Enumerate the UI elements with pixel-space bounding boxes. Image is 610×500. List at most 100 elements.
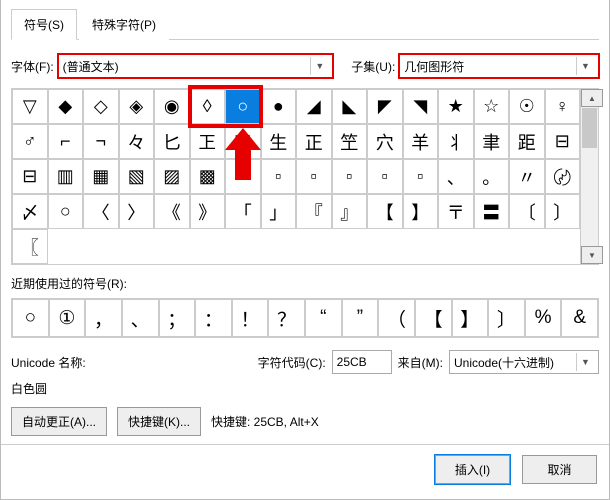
subset-combo[interactable]: 几何图形符 ▼ [399, 54, 599, 78]
grid-cell[interactable]: 〒 [438, 194, 474, 229]
grid-cell[interactable]: ☆ [474, 89, 510, 124]
grid-cell[interactable]: 】 [403, 194, 439, 229]
grid-cell[interactable]: 聿 [474, 124, 510, 159]
recent-cell[interactable]: ： [195, 299, 232, 337]
recent-cell[interactable]: ○ [12, 299, 49, 337]
scroll-thumb[interactable] [582, 108, 597, 148]
grid-cell[interactable]: 。 [474, 159, 510, 194]
tab-symbols[interactable]: 符号(S) [11, 9, 77, 40]
grid-cell[interactable]: 〕 [545, 194, 581, 229]
recent-cell[interactable]: ？ [268, 299, 305, 337]
grid-cell[interactable]: 々 [119, 124, 155, 159]
grid-cell[interactable]: ▫ [332, 159, 368, 194]
grid-cell[interactable]: 〉 [119, 194, 155, 229]
grid-cell[interactable]: ★ [438, 89, 474, 124]
char-code-label: 字符代码(C): [258, 354, 326, 371]
grid-cell[interactable]: ♂ [12, 124, 48, 159]
grid-cell[interactable]: 丬 [438, 124, 474, 159]
grid-cell[interactable]: ○ [48, 194, 84, 229]
grid-cell[interactable]: ◥ [403, 89, 439, 124]
grid-cell[interactable]: ▨ [154, 159, 190, 194]
grid-cell[interactable]: 』 [332, 194, 368, 229]
grid-cell[interactable]: 《 [154, 194, 190, 229]
grid-cell[interactable]: 『 [296, 194, 332, 229]
scroll-down-icon[interactable]: ▼ [581, 246, 603, 264]
grid-cell[interactable]: 〓 [474, 194, 510, 229]
grid-cell[interactable]: 笁 [332, 124, 368, 159]
recent-cell[interactable]: ” [342, 299, 379, 337]
grid-cell[interactable]: ▦ [83, 159, 119, 194]
grid-cell[interactable]: ⊟ [12, 159, 48, 194]
character-grid[interactable]: ▽◆◇◈◉◊○●◢◣◤◥★☆☉♀♂⌐¬々匕㠪凹生正笁穴羊丬聿距⊟⊟▥▦▧▨▩▫▫… [12, 89, 580, 264]
grid-cell[interactable]: 〃 [509, 159, 545, 194]
recent-grid[interactable]: ○①，、；：！？“”（【】〕%& [11, 298, 599, 338]
grid-cell[interactable]: 「 [225, 194, 261, 229]
grid-cell[interactable]: 㠪 [190, 124, 226, 159]
grid-cell[interactable]: ▧ [119, 159, 155, 194]
scroll-up-icon[interactable]: ▲ [581, 89, 603, 107]
grid-cell[interactable]: 〔 [509, 194, 545, 229]
autocorrect-button[interactable]: 自动更正(A)... [11, 407, 107, 436]
grid-cell[interactable]: ▫ [296, 159, 332, 194]
scroll-track[interactable] [581, 149, 598, 246]
grid-cell[interactable]: 生 [261, 124, 297, 159]
recent-cell[interactable]: “ [305, 299, 342, 337]
recent-cell[interactable]: ； [159, 299, 196, 337]
tab-special-chars[interactable]: 特殊字符(P) [79, 9, 169, 40]
grid-cell[interactable]: ◣ [332, 89, 368, 124]
grid-cell[interactable]: 距 [509, 124, 545, 159]
grid-cell[interactable]: 》 [190, 194, 226, 229]
recent-cell[interactable]: 、 [122, 299, 159, 337]
grid-cell[interactable]: ☉ [509, 89, 545, 124]
recent-cell[interactable]: 〕 [488, 299, 525, 337]
grid-cell[interactable]: 匕 [154, 124, 190, 159]
grid-cell[interactable]: 、 [438, 159, 474, 194]
grid-cell[interactable]: 〈 [83, 194, 119, 229]
grid-cell[interactable]: ◆ [48, 89, 84, 124]
grid-cell[interactable]: ▥ [48, 159, 84, 194]
grid-cell[interactable]: 凹 [225, 124, 261, 159]
grid-cell[interactable]: ▫ [367, 159, 403, 194]
grid-cell[interactable]: ⊟ [545, 124, 581, 159]
grid-cell[interactable]: 【 [367, 194, 403, 229]
scrollbar[interactable]: ▲ ▼ [580, 89, 598, 264]
grid-cell[interactable]: ◈ [119, 89, 155, 124]
grid-cell[interactable]: ▫ [225, 159, 261, 194]
shortcut-key-button[interactable]: 快捷键(K)... [117, 407, 201, 436]
grid-cell[interactable]: 〆 [12, 194, 48, 229]
grid-cell[interactable]: 正 [296, 124, 332, 159]
grid-cell[interactable]: ◊ [190, 89, 226, 124]
grid-cell[interactable]: ¬ [83, 124, 119, 159]
insert-button[interactable]: 插入(I) [435, 455, 510, 484]
grid-cell[interactable]: ▽ [12, 89, 48, 124]
recent-cell[interactable]: 】 [452, 299, 489, 337]
grid-cell[interactable]: ◤ [367, 89, 403, 124]
grid-cell[interactable]: ◢ [296, 89, 332, 124]
grid-cell[interactable]: 羊 [403, 124, 439, 159]
grid-cell[interactable]: ◉ [154, 89, 190, 124]
grid-cell[interactable]: 」 [261, 194, 297, 229]
recent-cell[interactable]: ！ [232, 299, 269, 337]
grid-cell[interactable]: ◇ [83, 89, 119, 124]
grid-cell[interactable]: ▫ [261, 159, 297, 194]
grid-cell[interactable]: ♀ [545, 89, 581, 124]
recent-cell[interactable]: ① [49, 299, 86, 337]
recent-cell[interactable]: 【 [415, 299, 452, 337]
grid-cell[interactable]: 穴 [367, 124, 403, 159]
recent-cell[interactable]: % [525, 299, 562, 337]
from-combo[interactable]: Unicode(十六进制) ▼ [449, 350, 599, 374]
grid-cell[interactable]: ▩ [190, 159, 226, 194]
cancel-button[interactable]: 取消 [522, 455, 597, 484]
grid-cell[interactable]: 〖 [12, 229, 48, 264]
font-combo[interactable]: (普通文本) ▼ [58, 54, 334, 78]
grid-cell[interactable]: ● [261, 89, 297, 124]
unicode-name-label: Unicode 名称: [11, 354, 86, 371]
recent-cell[interactable]: （ [378, 299, 415, 337]
grid-cell[interactable]: ○ [225, 89, 261, 124]
grid-cell[interactable]: ▫ [403, 159, 439, 194]
recent-cell[interactable]: & [561, 299, 598, 337]
recent-cell[interactable]: ， [85, 299, 122, 337]
char-code-input[interactable]: 25CB [332, 350, 392, 374]
grid-cell[interactable]: ⌐ [48, 124, 84, 159]
grid-cell[interactable]: 〄 [545, 159, 581, 194]
